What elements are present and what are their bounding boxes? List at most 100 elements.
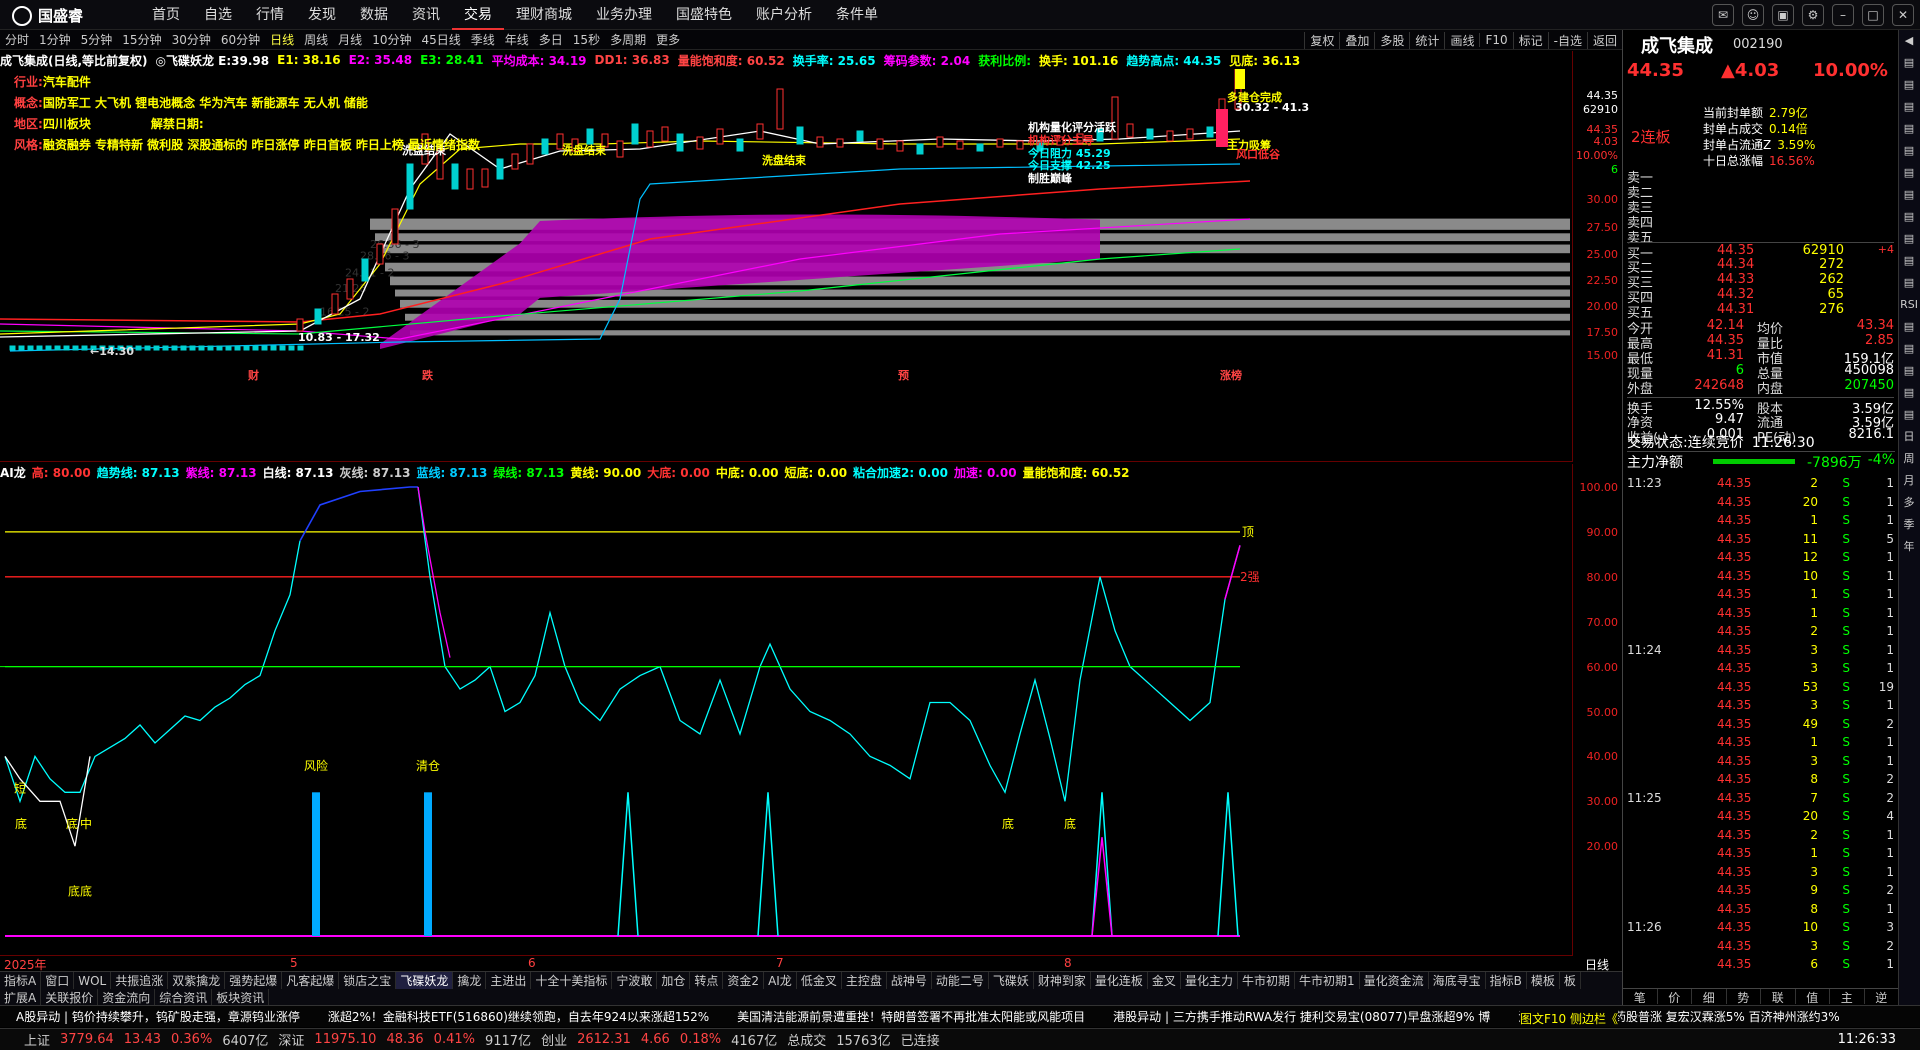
extension-tab[interactable]: 综合资讯 (155, 989, 213, 1005)
nav-10[interactable]: 账户分析 (744, 0, 824, 30)
ticker-right[interactable]: 图文F10 侧边栏《 (1520, 1010, 1618, 1027)
period-9[interactable]: 10分钟 (367, 31, 416, 48)
period-15[interactable]: 多周期 (605, 31, 651, 48)
period-13[interactable]: 多日 (534, 31, 568, 48)
indicator-tab[interactable]: WOL (74, 972, 112, 989)
nav-9[interactable]: 国盛特色 (664, 0, 744, 30)
indicator-tab[interactable]: 擒龙 (453, 972, 487, 989)
period-11[interactable]: 季线 (466, 31, 500, 48)
indicator-tab[interactable]: 牛市初期1 (1295, 972, 1360, 989)
chart-tool-5[interactable]: F10 (1479, 33, 1512, 47)
maximize-button[interactable]: □ (1862, 4, 1884, 26)
nav-3[interactable]: 发现 (296, 0, 348, 30)
close-button[interactable]: ✕ (1892, 4, 1914, 26)
indicator-tab[interactable]: 动能二号 (932, 972, 989, 989)
side-tool[interactable]: ▤ (1899, 118, 1919, 140)
chart-tool-7[interactable]: -自选 (1547, 31, 1587, 49)
side-tool[interactable]: ▤ (1899, 228, 1919, 250)
nav-8[interactable]: 业务办理 (584, 0, 664, 30)
indicator-tab[interactable]: 量化资金流 (1360, 972, 1429, 989)
quote-tab[interactable]: 逆 (1865, 989, 1899, 1005)
period-8[interactable]: 月线 (333, 31, 367, 48)
indicator-tab[interactable]: AI龙 (764, 972, 797, 989)
nav-6[interactable]: 交易 (452, 0, 504, 30)
indicator-tab[interactable]: 共振追涨 (111, 972, 169, 989)
side-tool[interactable]: ▤ (1899, 162, 1919, 184)
chart-tool-0[interactable]: 复权 (1304, 31, 1339, 49)
extension-tab[interactable]: 板块资讯 (212, 989, 270, 1005)
quote-tab[interactable]: 笔 (1623, 989, 1658, 1005)
indicator-tab[interactable]: 窗口 (41, 972, 75, 989)
news-ticker[interactable]: A股异动 | 钨价持续攀升，钨矿股走强，章源钨业涨停 涨超2%！金融科技ETF(5… (0, 1005, 1920, 1027)
side-tool[interactable]: ▤ (1899, 52, 1919, 74)
side-tool[interactable]: 多 (1899, 492, 1919, 514)
period-12[interactable]: 年线 (500, 31, 534, 48)
indicator-tab[interactable]: 宁波敢 (612, 972, 658, 989)
indicator-tab[interactable]: 板 (1560, 972, 1581, 989)
period-1[interactable]: 1分钟 (34, 31, 76, 48)
side-tool[interactable]: ▤ (1899, 184, 1919, 206)
settings-icon[interactable]: ⚙ (1802, 4, 1824, 26)
side-tool[interactable]: RSI (1899, 294, 1919, 316)
news-item[interactable]: 港股异动 | 三方携手推动RWA发行 捷利交易宝(08077)早盘涨超9% 博 (1113, 1010, 1490, 1024)
chart-tool-1[interactable]: 叠加 (1339, 31, 1374, 49)
side-tool[interactable]: ▤ (1899, 250, 1919, 272)
quote-tab[interactable]: 值 (1796, 989, 1830, 1005)
nav-2[interactable]: 行情 (244, 0, 296, 30)
indicator-tab[interactable]: 主控盘 (842, 972, 887, 989)
extension-tab[interactable]: 资金流向 (98, 989, 156, 1005)
side-tool[interactable]: ▤ (1899, 96, 1919, 118)
indicator-tab[interactable]: 强势起爆 (225, 972, 283, 989)
period-16[interactable]: 更多 (651, 31, 685, 48)
nav-0[interactable]: 首页 (140, 0, 192, 30)
quote-tab[interactable]: 价 (1658, 989, 1692, 1005)
indicator-tab[interactable]: 加仓 (657, 972, 691, 989)
period-2[interactable]: 5分钟 (76, 31, 118, 48)
side-tool[interactable]: ▤ (1899, 382, 1919, 404)
indicator-tab[interactable]: 资金2 (723, 972, 765, 989)
quote-tab[interactable]: 细 (1692, 989, 1727, 1005)
side-tool[interactable]: ▤ (1899, 272, 1919, 294)
news-item[interactable]: 涨超2%！金融科技ETF(516860)继续领跑，自去年924以来涨超152% (328, 1010, 709, 1024)
indicator-tab[interactable]: 模板 (1527, 972, 1560, 989)
side-tool[interactable]: ▤ (1899, 316, 1919, 338)
skin-icon[interactable]: ▣ (1772, 4, 1794, 26)
indicator-tab[interactable]: 锁店之宝 (339, 972, 397, 989)
side-tool[interactable]: 日 (1899, 426, 1919, 448)
message-icon[interactable]: ✉ (1712, 4, 1734, 26)
indicator-tab[interactable]: 主进出 (486, 972, 532, 989)
app-logo[interactable]: 国盛睿 (12, 5, 83, 26)
extension-tab[interactable]: 扩展A (0, 989, 42, 1005)
indicator-tab[interactable]: 量化连板 (1091, 972, 1148, 989)
quote-tab[interactable]: 主 (1830, 989, 1865, 1005)
indicator-tab[interactable]: 指标A (0, 972, 42, 989)
side-tool[interactable]: ▤ (1899, 360, 1919, 382)
period-0[interactable]: 分时 (0, 31, 34, 48)
indicator-tab[interactable]: 金叉 (1148, 972, 1181, 989)
indicator-tab[interactable]: 战神号 (887, 972, 932, 989)
chart-tool-4[interactable]: 画线 (1444, 31, 1479, 49)
indicator-tab[interactable]: 牛市初期 (1238, 972, 1295, 989)
side-tool[interactable]: ▤ (1899, 140, 1919, 162)
period-3[interactable]: 15分钟 (117, 31, 166, 48)
side-tool[interactable]: 月 (1899, 470, 1919, 492)
indicator-tab[interactable]: 指标B (1486, 972, 1527, 989)
extension-tab[interactable]: 关联报价 (41, 989, 99, 1005)
chart-tool-8[interactable]: 返回 (1586, 31, 1622, 49)
period-4[interactable]: 30分钟 (167, 31, 216, 48)
indicator-tab[interactable]: 低金叉 (797, 972, 842, 989)
nav-4[interactable]: 数据 (348, 0, 400, 30)
side-tool[interactable]: ◀ (1899, 30, 1919, 52)
side-tool[interactable]: ▤ (1899, 206, 1919, 228)
chart-tool-2[interactable]: 多股 (1374, 31, 1409, 49)
indicator-tab[interactable]: 飞碟妖 (989, 972, 1034, 989)
indicator-tab[interactable]: 量化主力 (1181, 972, 1238, 989)
indicator-tab[interactable]: 转点 (690, 972, 724, 989)
news-item[interactable]: A股异动 | 钨价持续攀升，钨矿股走强，章源钨业涨停 (0, 1010, 300, 1024)
side-tool[interactable]: 周 (1899, 448, 1919, 470)
period-6[interactable]: 日线 (265, 31, 299, 48)
user-icon[interactable]: ☺ (1742, 4, 1764, 26)
indicator-tab[interactable]: 海底寻宝 (1429, 972, 1486, 989)
side-tool[interactable]: 年 (1899, 536, 1919, 558)
nav-5[interactable]: 资讯 (400, 0, 452, 30)
